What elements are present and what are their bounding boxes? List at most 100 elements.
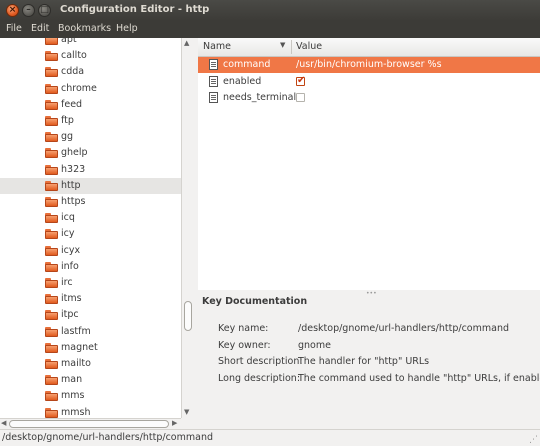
tree-item[interactable]: ftp: [0, 113, 181, 129]
tree-item[interactable]: cdda: [0, 64, 181, 80]
tree-item[interactable]: icy: [0, 226, 181, 242]
tree-item[interactable]: mailto: [0, 356, 181, 372]
column-divider[interactable]: [291, 40, 292, 54]
folder-icon: [45, 326, 58, 337]
key-document-icon: [209, 75, 218, 87]
key-documentation-panel: Key Documentation Key name: /desktop/gno…: [198, 296, 540, 418]
tree-item-label: feed: [61, 98, 83, 110]
tree-vertical-scrollbar[interactable]: ▲ ▼: [181, 38, 195, 418]
minimize-window-button[interactable]: –: [22, 4, 35, 17]
folder-icon: [45, 213, 58, 224]
scroll-right-arrow-icon[interactable]: ▶: [172, 419, 177, 427]
tree-item[interactable]: icq: [0, 210, 181, 226]
tree-item[interactable]: chrome: [0, 81, 181, 97]
resize-grip-icon[interactable]: ⋰: [529, 435, 538, 445]
folder-icon: [45, 116, 58, 126]
folder-icon: [45, 229, 58, 240]
minimize-icon: –: [26, 5, 31, 15]
tree-item-label: chrome: [61, 82, 97, 94]
maximize-window-button[interactable]: □: [38, 4, 51, 17]
unchecked-checkbox[interactable]: [296, 93, 305, 102]
tree-item[interactable]: magnet: [0, 340, 181, 356]
tree-item-label: cdda: [61, 66, 85, 78]
key-name: command: [223, 59, 271, 70]
tree-item[interactable]: irc: [0, 275, 181, 291]
folder-icon: [45, 99, 58, 110]
scroll-up-arrow-icon[interactable]: ▲: [184, 39, 189, 47]
tree-item[interactable]: lastfm: [0, 324, 181, 340]
tree-item-label: icy: [61, 228, 75, 240]
tree-item-label: ghelp: [61, 147, 88, 159]
key-row[interactable]: enabled ✔: [198, 74, 540, 90]
folder-icon: [45, 407, 58, 418]
key-name: enabled: [223, 75, 262, 87]
tree-item-label: gg: [61, 131, 74, 143]
tree-item[interactable]: itpc: [0, 307, 181, 323]
tree-scroll-thumb[interactable]: [184, 301, 192, 331]
tree-item[interactable]: itms: [0, 291, 181, 307]
doc-value-long-description: The command used to handle "http" URLs, …: [298, 373, 540, 384]
tree-item[interactable]: feed: [0, 97, 181, 113]
status-bar: /desktop/gnome/url-handlers/http/command…: [0, 429, 540, 446]
doc-value-short-description: The handler for "http" URLs: [298, 356, 430, 367]
folder-icon: [45, 132, 58, 143]
folder-icon: [45, 197, 58, 207]
checked-checkbox[interactable]: ✔: [296, 75, 305, 86]
folder-icon: [45, 180, 58, 191]
maximize-icon: □: [40, 5, 49, 15]
key-list-header: Name ▼ Value: [198, 38, 540, 57]
tree-item-label: mailto: [61, 358, 91, 369]
doc-label-key-name: Key name:: [218, 323, 269, 334]
tree-item-label: h323: [61, 163, 86, 175]
tree-item-label: man: [61, 374, 83, 386]
tree-hscroll-thumb[interactable]: [9, 420, 169, 428]
tree-item[interactable]: mms: [0, 388, 181, 404]
key-list[interactable]: Name ▼ Value command/usr/bin/chromium-br…: [198, 38, 540, 290]
tree-item-label: http: [61, 179, 81, 191]
column-header-value[interactable]: Value: [296, 41, 322, 52]
tree-item-label: apt: [61, 38, 77, 45]
folder-icon: [45, 375, 58, 386]
key-row[interactable]: command/usr/bin/chromium-browser %s: [198, 57, 540, 73]
key-row[interactable]: needs_terminal: [198, 90, 540, 106]
folder-icon: [45, 164, 58, 175]
tree-item[interactable]: http: [0, 177, 181, 194]
key-document-icon: [209, 92, 218, 103]
key-value[interactable]: /usr/bin/chromium-browser %s: [296, 59, 442, 70]
tree-item[interactable]: mmsh: [0, 405, 181, 418]
tree-item[interactable]: h323: [0, 162, 181, 178]
key-name: needs_terminal: [223, 92, 297, 103]
tree-item[interactable]: man: [0, 372, 181, 388]
tree-item-label: info: [61, 260, 79, 272]
tree-item[interactable]: apt: [0, 38, 181, 48]
tree-item[interactable]: gg: [0, 129, 181, 145]
tree-item-label: icq: [61, 212, 75, 224]
scroll-left-arrow-icon[interactable]: ◀: [1, 419, 6, 427]
scroll-down-arrow-icon[interactable]: ▼: [184, 408, 189, 416]
doc-label-short-description: Short description:: [218, 356, 303, 367]
sort-arrow-icon: ▼: [280, 41, 286, 49]
tree-item[interactable]: icyx: [0, 243, 181, 259]
menu-edit[interactable]: Edit: [31, 23, 49, 34]
tree-item[interactable]: https: [0, 194, 181, 210]
folder-icon: [45, 148, 58, 159]
close-window-button[interactable]: ×: [6, 4, 19, 17]
folder-icon: [45, 38, 58, 45]
tree-item-label: https: [61, 196, 86, 207]
menu-file[interactable]: File: [6, 23, 22, 34]
folder-icon: [45, 294, 58, 305]
tree-item[interactable]: callto: [0, 48, 181, 64]
column-header-name[interactable]: Name: [203, 41, 231, 52]
tree-item-label: mmsh: [61, 406, 91, 418]
tree-item[interactable]: info: [0, 259, 181, 275]
tree-item-label: itpc: [61, 309, 79, 321]
doc-value-key-owner: gnome: [298, 340, 331, 351]
tree-item-label: ftp: [61, 115, 74, 126]
tree-item-label: irc: [61, 277, 73, 288]
menu-bookmarks[interactable]: Bookmarks: [58, 23, 111, 34]
key-tree[interactable]: apt callto cdda chrome feed ftp gg ghelp h323 htt…: [0, 38, 182, 418]
status-path: /desktop/gnome/url-handlers/http/command: [2, 432, 214, 443]
tree-item[interactable]: ghelp: [0, 145, 181, 161]
menu-help[interactable]: Help: [116, 23, 138, 34]
tree-item-label: magnet: [61, 341, 98, 353]
